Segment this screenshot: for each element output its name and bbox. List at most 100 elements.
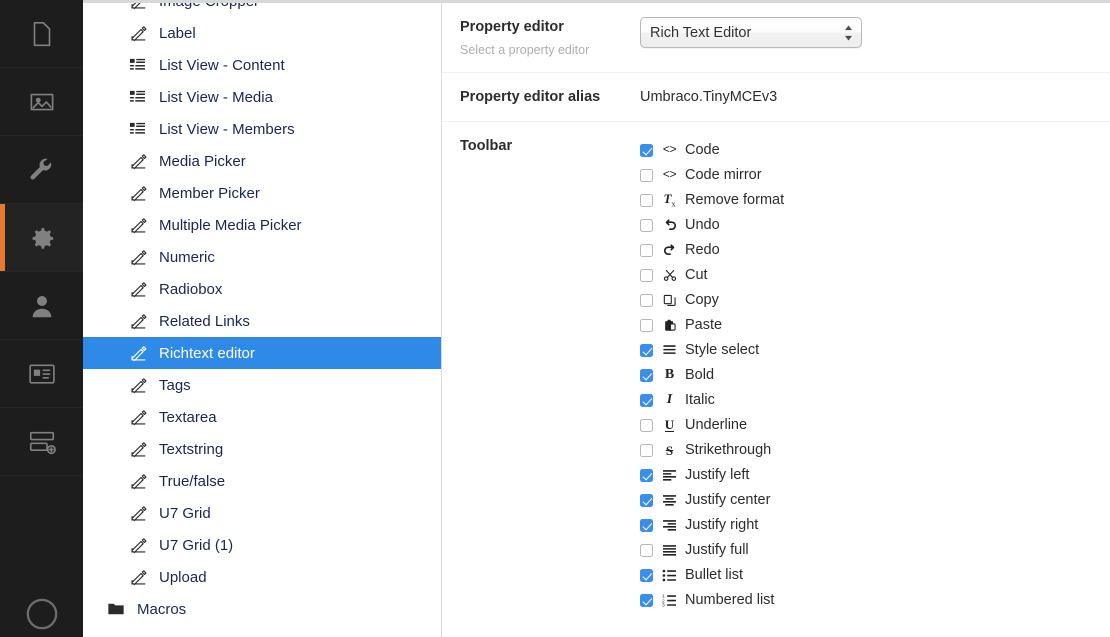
tree-item-u7-grid-1[interactable]: U7 Grid (1) [83, 529, 441, 561]
tree-item-label: True/false [159, 472, 226, 490]
toolbar-option-checkbox[interactable] [640, 593, 653, 607]
toolbar-checkbox-list: <> Code <> Code mirror Tx Remove format Undo Re… [640, 136, 1110, 613]
toolbar-option-justify-full[interactable]: Justify full [640, 538, 1110, 563]
toolbar-option-italic[interactable]: I Italic [640, 388, 1110, 413]
toolbar-option-redo[interactable]: Redo [640, 238, 1110, 263]
toolbar-option-bold[interactable]: B Bold [640, 363, 1110, 388]
style-select-icon [660, 344, 679, 357]
toolbar-option-checkbox[interactable] [640, 268, 653, 282]
toolbar-option-numbered-list[interactable]: 1 2 3 Numbered list [640, 588, 1110, 613]
rail-item-settings-developer[interactable] [0, 136, 83, 204]
rail-item-content[interactable] [0, 0, 83, 68]
redo-icon [660, 244, 679, 257]
property-editor-select-wrap: Rich Text Editor [640, 17, 862, 48]
list-view-icon [129, 57, 151, 74]
toolbar-option-bullet-list[interactable]: Bullet list [640, 563, 1110, 588]
toolbar-option-code[interactable]: <> Code [640, 138, 1110, 163]
toolbar-option-checkbox[interactable] [640, 193, 653, 207]
toolbar-option-justify-left[interactable]: Justify left [640, 463, 1110, 488]
toolbar-option-justify-center[interactable]: Justify center [640, 488, 1110, 513]
property-editor-icon [129, 216, 151, 235]
tree-item-multiple-media-picker[interactable]: Multiple Media Picker [83, 209, 441, 241]
toolbar-option-checkbox[interactable] [640, 393, 653, 407]
tree-item-label: Textarea [159, 408, 217, 426]
tree-item-true-false[interactable]: True/false [83, 465, 441, 497]
toolbar-option-checkbox[interactable] [640, 293, 653, 307]
toolbar-option-remove-format[interactable]: Tx Remove format [640, 188, 1110, 213]
tree-item-member-picker[interactable]: Member Picker [83, 177, 441, 209]
toolbar-option-underline[interactable]: U Underline [640, 413, 1110, 438]
property-editor-control: Rich Text Editor [640, 17, 1110, 48]
toolbar-option-checkbox[interactable] [640, 468, 653, 482]
tree-item-label: Member Picker [159, 184, 260, 202]
toolbar-option-checkbox[interactable] [640, 343, 653, 357]
rail-item-members[interactable] [0, 340, 83, 408]
rail-item-settings[interactable] [0, 204, 83, 272]
toolbar-option-paste[interactable]: Paste [640, 313, 1110, 338]
property-editor-icon [129, 280, 151, 299]
rail-item-users[interactable] [0, 272, 83, 340]
property-editor-select[interactable]: Rich Text Editor [640, 17, 862, 48]
toolbar-option-checkbox[interactable] [640, 168, 653, 182]
forms-icon [27, 427, 57, 457]
toolbar-option-style-select[interactable]: Style select [640, 338, 1110, 363]
align-justify-icon [660, 544, 679, 557]
tree-item-upload[interactable]: Upload [83, 561, 441, 593]
rail-item-forms[interactable] [0, 408, 83, 476]
tree-item-macros[interactable]: Macros [83, 593, 441, 625]
toolbar-labels: Toolbar [460, 136, 640, 156]
property-editor-alias-row: Property editor alias Umbraco.TinyMCEv3 [442, 73, 1110, 122]
folder-icon [107, 600, 129, 618]
tree-item-label: Macros [137, 600, 187, 618]
toolbar-option-label: Cut [685, 267, 708, 284]
toolbar-option-checkbox[interactable] [640, 543, 653, 557]
toolbar-option-checkbox[interactable] [640, 218, 653, 232]
member-card-icon [27, 359, 57, 389]
app-rail [0, 0, 83, 637]
align-right-icon [660, 519, 679, 532]
toolbar-option-code-mirror[interactable]: <> Code mirror [640, 163, 1110, 188]
toolbar-option-checkbox[interactable] [640, 493, 653, 507]
tree-item-u7-grid[interactable]: U7 Grid [83, 497, 441, 529]
image-icon [27, 87, 57, 117]
toolbar-option-undo[interactable]: Undo [640, 213, 1110, 238]
italic-icon: I [666, 392, 673, 408]
tree-item-list-view-content[interactable]: List View - Content [83, 49, 441, 81]
datatype-tree-list: Image Cropper Label List View - Content Lis… [83, 0, 441, 625]
toolbar-options: <> Code <> Code mirror Tx Remove format Undo Re… [640, 136, 1110, 613]
toolbar-option-justify-right[interactable]: Justify right [640, 513, 1110, 538]
tree-item-richtext-editor[interactable]: Richtext editor [83, 337, 441, 369]
toolbar-option-checkbox[interactable] [640, 443, 653, 457]
tree-item-textarea[interactable]: Textarea [83, 401, 441, 433]
toolbar-option-strikethrough[interactable]: S Strikethrough [640, 438, 1110, 463]
rail-item-help[interactable] [0, 597, 83, 637]
toolbar-option-checkbox[interactable] [640, 318, 653, 332]
toolbar-option-checkbox[interactable] [640, 243, 653, 257]
toolbar-option-checkbox[interactable] [640, 368, 653, 382]
tree-item-label[interactable]: Label [83, 17, 441, 49]
tree-item-label: Richtext editor [159, 344, 255, 362]
tree-item-related-links[interactable]: Related Links [83, 305, 441, 337]
toolbar-option-checkbox[interactable] [640, 418, 653, 432]
tree-item-media-picker[interactable]: Media Picker [83, 145, 441, 177]
toolbar-option-cut[interactable]: Cut [640, 263, 1110, 288]
toolbar-option-checkbox[interactable] [640, 518, 653, 532]
code-icon: <> [662, 168, 677, 183]
tree-item-list-view-members[interactable]: List View - Members [83, 113, 441, 145]
tree-item-label: U7 Grid [159, 504, 211, 522]
tree-item-label: Related Links [159, 312, 250, 330]
tree-item-list-view-media[interactable]: List View - Media [83, 81, 441, 113]
tree-item-numeric[interactable]: Numeric [83, 241, 441, 273]
toolbar-option-checkbox[interactable] [640, 143, 653, 157]
tree-item-tags[interactable]: Tags [83, 369, 441, 401]
tree-item-textstring[interactable]: Textstring [83, 433, 441, 465]
rail-item-list [0, 0, 83, 476]
toolbar-option-checkbox[interactable] [640, 568, 653, 582]
property-editor-icon [129, 312, 151, 331]
tree-item-label: Tags [159, 376, 191, 394]
rail-item-media[interactable] [0, 68, 83, 136]
toolbar-option-copy[interactable]: Copy [640, 288, 1110, 313]
code-icon: <> [662, 143, 677, 158]
tree-item-label: List View - Members [159, 120, 295, 138]
tree-item-radiobox[interactable]: Radiobox [83, 273, 441, 305]
